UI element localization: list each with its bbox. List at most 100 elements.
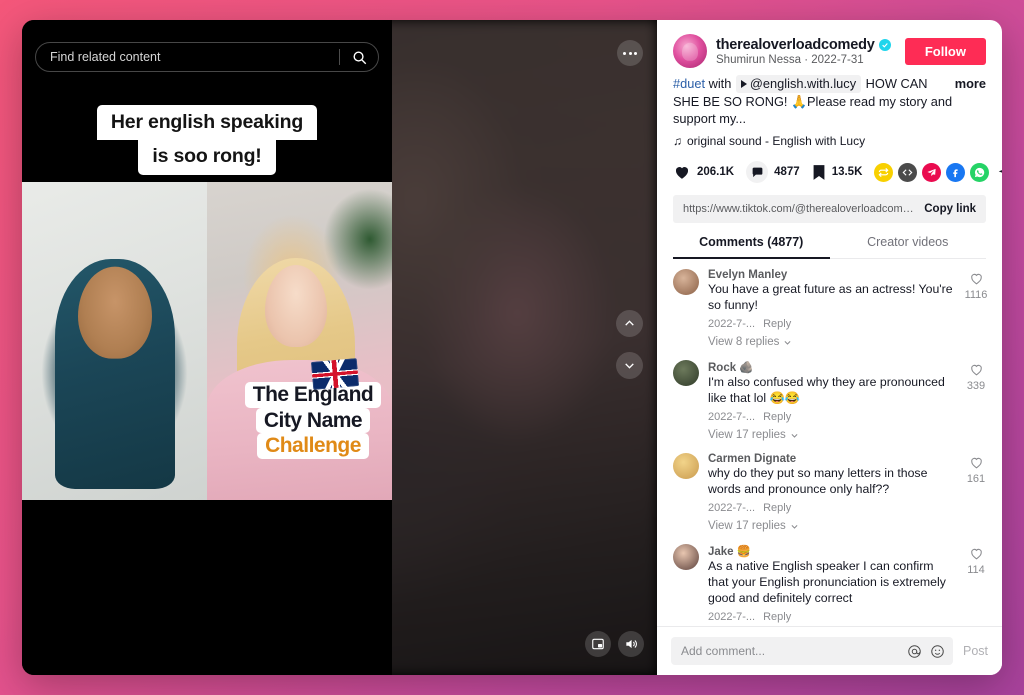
caption-line-1: Her english speaking xyxy=(96,105,318,141)
comment-like-count: 114 xyxy=(967,564,985,577)
heart-icon xyxy=(673,161,691,183)
comment-date: 2022-7-... xyxy=(708,502,756,515)
tab-creator-videos[interactable]: Creator videos xyxy=(830,235,987,258)
comment-bubble-icon xyxy=(746,161,769,184)
copy-link-row: https://www.tiktok.com/@therealoverloadc… xyxy=(673,195,986,224)
chevron-down-icon xyxy=(791,433,798,438)
author-name: Shumirun Nessa xyxy=(716,53,802,66)
follow-button[interactable]: Follow xyxy=(904,37,986,65)
post-comment-button[interactable]: Post xyxy=(963,644,988,658)
like-stat[interactable]: 206.1K xyxy=(673,161,734,183)
avatar[interactable] xyxy=(673,360,699,387)
search-placeholder: Find related content xyxy=(50,50,161,64)
telegram-icon[interactable] xyxy=(922,162,942,182)
sticker-line-3: Challenge xyxy=(257,433,369,459)
copy-link-button[interactable]: Copy link xyxy=(916,203,976,215)
video-url[interactable]: https://www.tiktok.com/@therealoverloadc… xyxy=(683,203,916,215)
sticker-line-2: City Name xyxy=(255,407,371,434)
duet-left-creator xyxy=(22,182,207,500)
video-player[interactable]: Her english speaking is soo rong! The En… xyxy=(22,20,392,675)
view-replies-label: View 8 replies xyxy=(708,336,780,349)
comment-like-button[interactable]: 114 xyxy=(962,544,990,626)
more-options-icon[interactable] xyxy=(617,40,643,66)
embed-code-icon[interactable] xyxy=(898,162,918,182)
comment-stat[interactable]: 4877 xyxy=(746,161,800,184)
comment-like-count: 1116 xyxy=(964,289,988,302)
comment-author[interactable]: Carmen Dignate xyxy=(708,453,954,465)
facebook-icon[interactable] xyxy=(946,162,966,182)
tab-comments[interactable]: Comments (4877) xyxy=(673,235,830,258)
repost-icon[interactable] xyxy=(874,162,894,182)
description-with: with xyxy=(708,76,732,91)
music-row[interactable]: ♫ original sound - English with Lucy xyxy=(657,128,1002,148)
comment-input-wrapper[interactable]: Add comment... xyxy=(671,637,953,665)
view-replies-button[interactable]: View 17 replies xyxy=(708,520,954,532)
heart-icon xyxy=(970,548,982,560)
comment-item: Rock 🪨 I'm also confused why they are pr… xyxy=(673,360,990,441)
reply-button[interactable]: Reply xyxy=(763,318,791,330)
comment-like-count: 161 xyxy=(966,473,986,486)
avatar[interactable] xyxy=(673,544,699,571)
comment-composer: Add comment... Post xyxy=(657,626,1002,675)
comment-like-button[interactable]: 339 xyxy=(962,360,990,441)
like-count: 206.1K xyxy=(697,166,735,179)
comment-input[interactable]: Add comment... xyxy=(681,644,899,658)
post-description: more #duet with @english.with.lucy HOW C… xyxy=(657,68,1002,128)
avatar[interactable] xyxy=(673,34,707,68)
mention-english-with-lucy[interactable]: @english.with.lucy xyxy=(735,75,862,93)
comment-author[interactable]: Rock 🪨 xyxy=(708,360,954,374)
view-replies-button[interactable]: View 8 replies xyxy=(708,336,954,348)
comment-like-count: 339 xyxy=(966,380,986,393)
avatar[interactable] xyxy=(673,453,699,480)
reply-button[interactable]: Reply xyxy=(763,411,791,423)
chevron-up-icon[interactable] xyxy=(616,310,643,337)
more-link[interactable]: more xyxy=(955,75,986,93)
post-date: 2022-7-31 xyxy=(811,53,864,66)
video-caption-overlay: Her english speaking is soo rong! xyxy=(22,105,392,175)
caption-line-2: is soo rong! xyxy=(138,139,276,175)
comment-like-button[interactable]: 161 xyxy=(962,453,990,532)
play-triangle-icon xyxy=(740,80,747,88)
at-mention-icon[interactable] xyxy=(907,644,922,659)
author-row: therealoverloadcomedy Shumirun Nessa · 2… xyxy=(657,20,1002,68)
comment-date: 2022-7-... xyxy=(708,318,756,331)
reply-button[interactable]: Reply xyxy=(763,611,791,623)
video-info-panel: therealoverloadcomedy Shumirun Nessa · 2… xyxy=(657,20,1002,675)
share-arrow-icon[interactable] xyxy=(994,163,1002,182)
tiktok-video-modal: Her english speaking is soo rong! The En… xyxy=(22,20,1002,675)
related-content-search[interactable]: Find related content xyxy=(35,42,379,72)
author-handle[interactable]: therealoverloadcomedy xyxy=(716,37,875,53)
view-replies-label: View 17 replies xyxy=(708,520,786,533)
comment-text: As a native English speaker I can confir… xyxy=(708,559,946,606)
comment-item: Jake 🍔 As a native English speaker I can… xyxy=(673,544,990,626)
whatsapp-icon[interactable] xyxy=(970,162,990,182)
comment-date: 2022-7-... xyxy=(708,611,756,623)
hashtag-duet[interactable]: #duet xyxy=(673,76,705,91)
view-replies-button[interactable]: View 17 replies xyxy=(708,429,954,441)
comment-count: 4877 xyxy=(774,166,800,179)
comment-like-button[interactable]: 1116 xyxy=(962,269,990,348)
comment-list[interactable]: Evelyn Manley You have a great future as… xyxy=(657,259,1002,626)
mention-label: @english.with.lucy xyxy=(749,76,857,92)
heart-icon xyxy=(970,274,982,285)
chevron-down-icon xyxy=(791,524,798,529)
comment-author[interactable]: Evelyn Manley xyxy=(708,269,954,281)
heart-icon xyxy=(970,364,982,376)
picture-in-picture-icon[interactable] xyxy=(585,631,611,657)
comment-item: Evelyn Manley You have a great future as… xyxy=(673,269,990,348)
volume-on-icon[interactable] xyxy=(618,631,644,657)
bookmark-stat[interactable]: 13.5K xyxy=(812,161,862,183)
emoji-icon[interactable] xyxy=(930,644,945,659)
search-icon[interactable] xyxy=(340,50,378,65)
reply-button[interactable]: Reply xyxy=(763,502,791,514)
comment-date: 2022-7-... xyxy=(708,411,756,424)
avatar[interactable] xyxy=(673,269,699,296)
view-replies-label: View 17 replies xyxy=(708,429,786,442)
chevron-down-icon[interactable] xyxy=(616,352,643,379)
video-stage[interactable]: Her english speaking is soo rong! The En… xyxy=(22,20,657,675)
panel-tabs: Comments (4877) Creator videos xyxy=(673,235,987,260)
music-note-icon: ♫ xyxy=(673,134,682,149)
comment-text: I'm also confused why they are pronounce… xyxy=(708,375,945,406)
author-subtitle: Shumirun Nessa · 2022-7-31 xyxy=(716,54,905,66)
comment-author[interactable]: Jake 🍔 xyxy=(708,544,954,558)
